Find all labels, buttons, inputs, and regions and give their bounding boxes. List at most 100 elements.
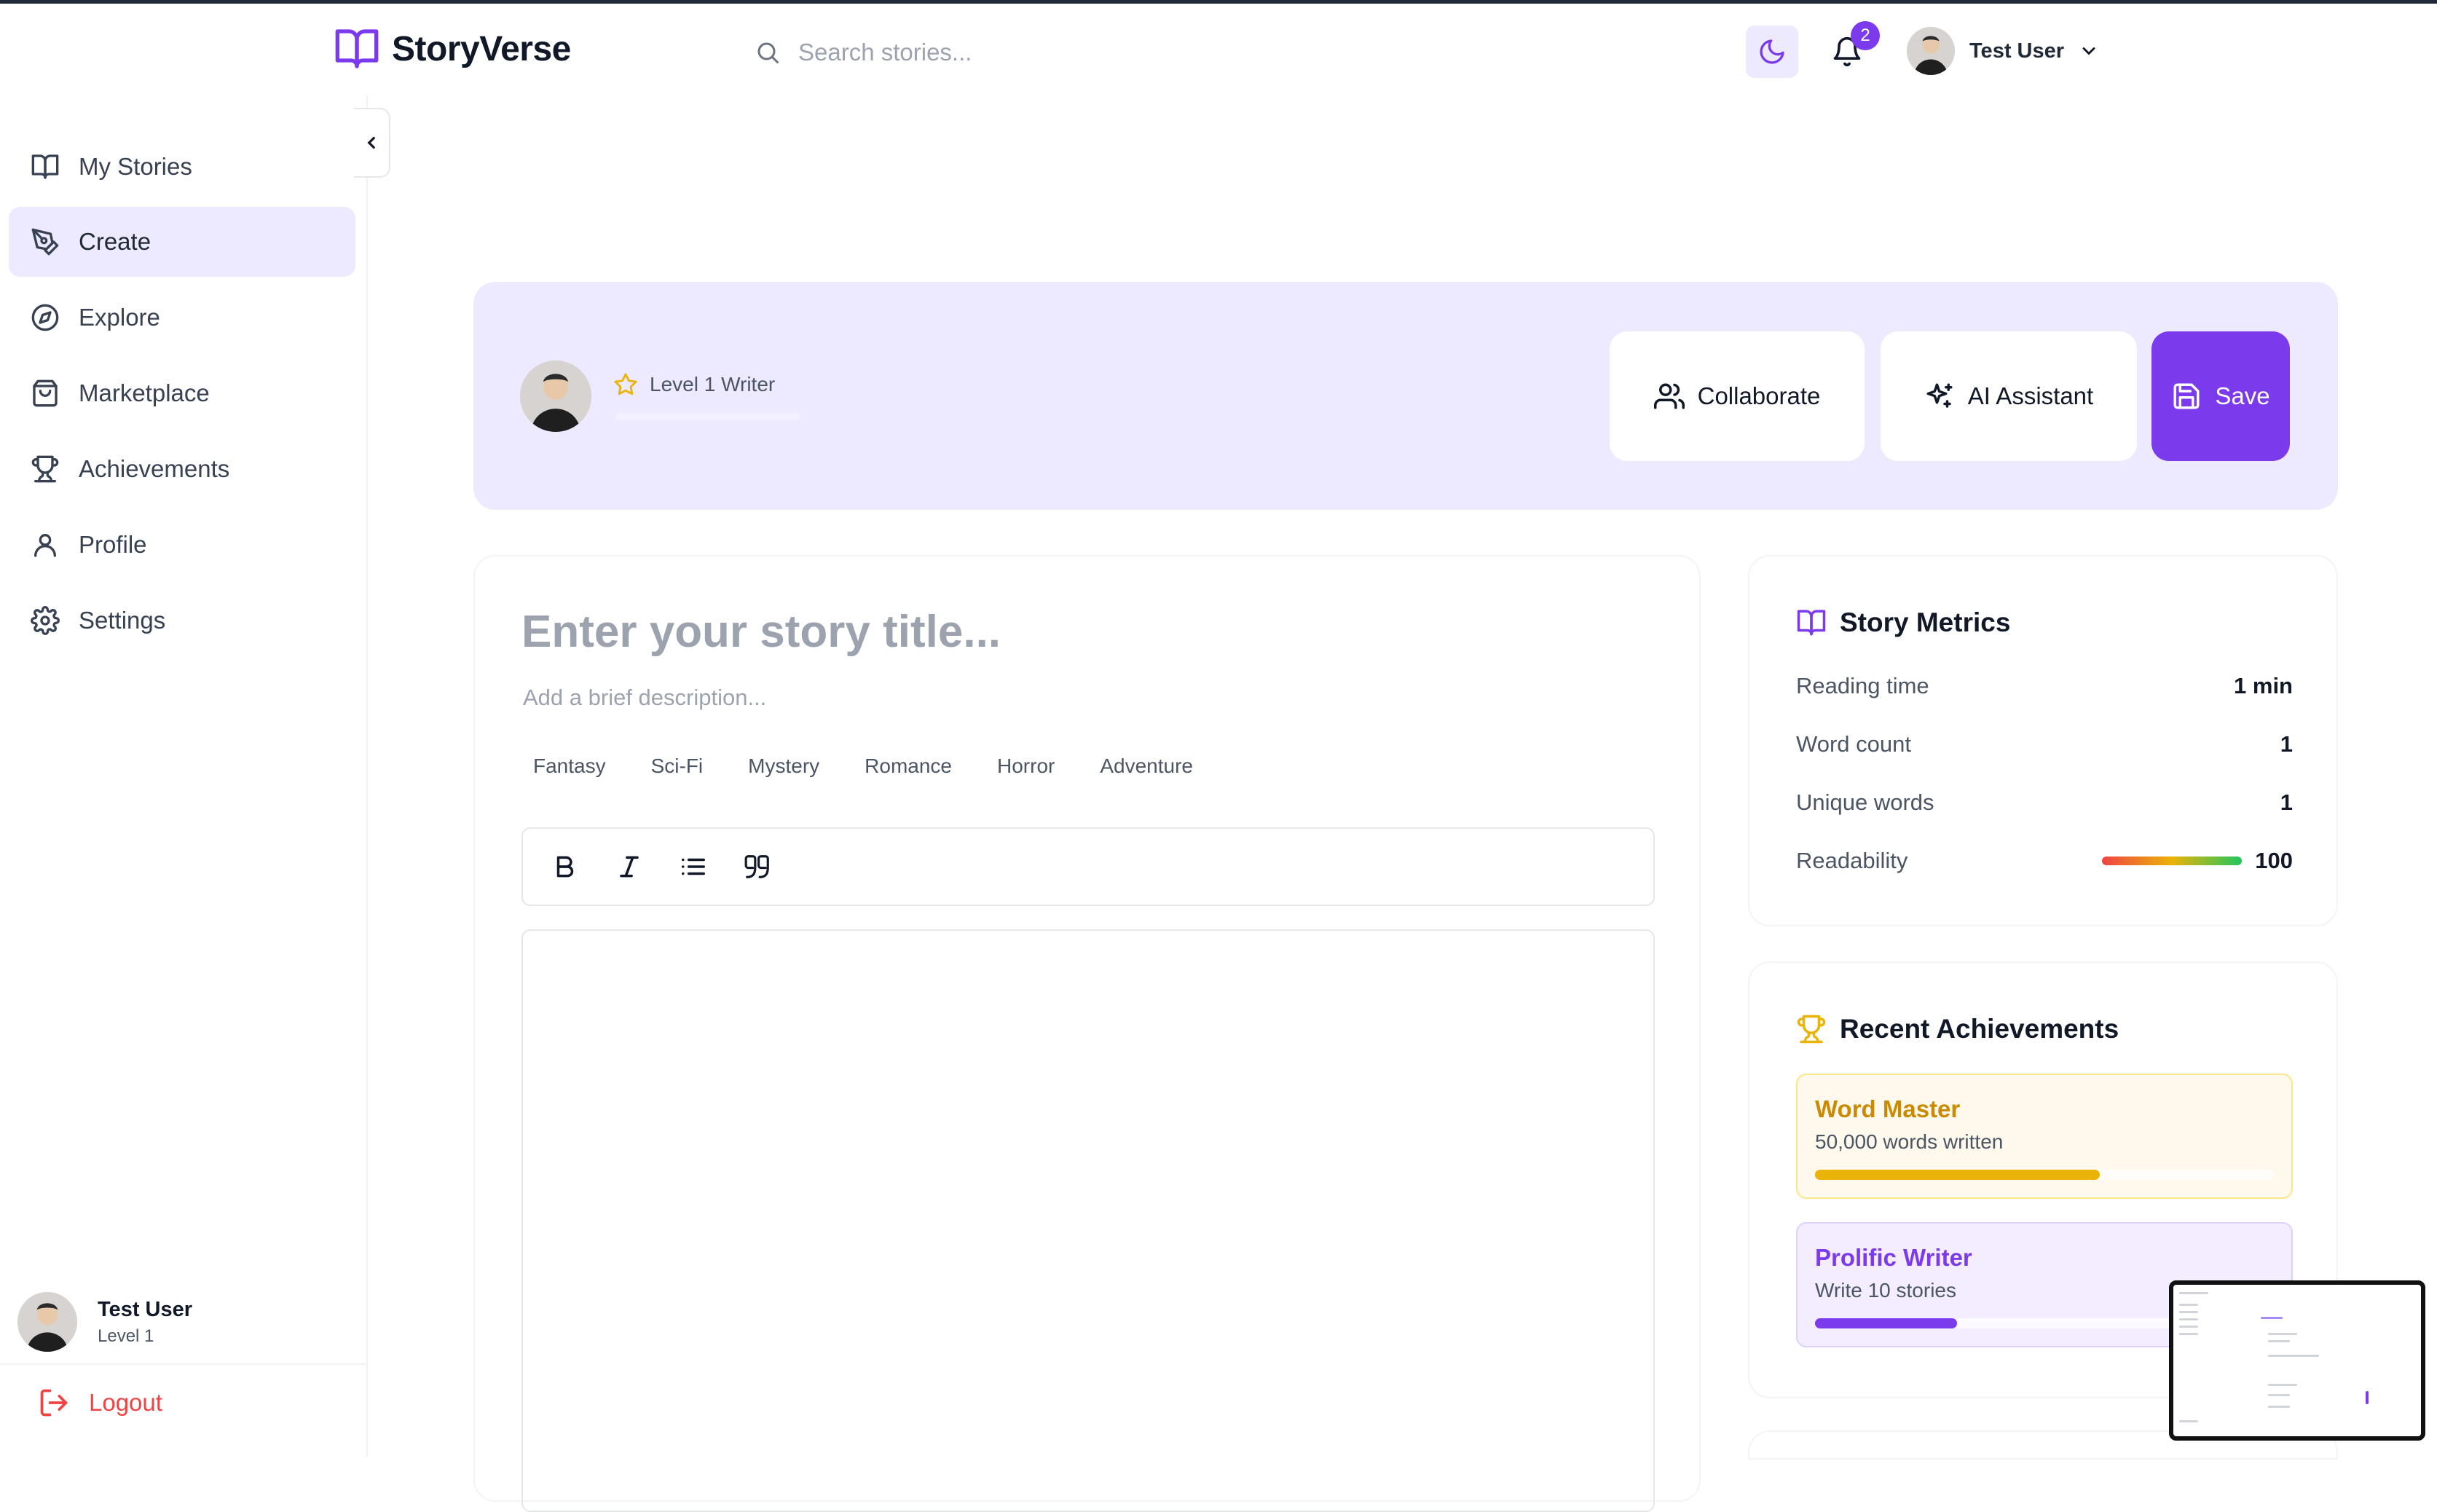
book-open-icon	[1797, 610, 1826, 636]
italic-icon	[620, 856, 639, 878]
genre-tag-adventure[interactable]: Adventure	[1084, 747, 1209, 785]
metric-row-reading-time: Reading time 1 min	[1796, 673, 2293, 699]
search-bar	[755, 34, 1264, 71]
readability-bar	[2102, 857, 2243, 865]
genre-tag-mystery[interactable]: Mystery	[732, 747, 835, 785]
metrics-title: Story Metrics	[1840, 607, 2011, 637]
sidebar-item-label: My Stories	[79, 153, 192, 180]
sidebar-item-settings[interactable]: Settings	[9, 586, 355, 655]
story-content-textarea[interactable]	[521, 929, 1655, 1512]
save-button[interactable]: Save	[2151, 331, 2290, 461]
pen-tool-icon	[31, 228, 59, 256]
metric-row-unique-words: Unique words 1	[1796, 790, 2293, 816]
list-button[interactable]	[670, 843, 717, 890]
metric-label: Word count	[1796, 731, 1911, 757]
metric-row-word-count: Word count 1	[1796, 731, 2293, 757]
chevron-left-icon	[367, 136, 375, 149]
writer-level: Level 1 Writer	[613, 372, 775, 397]
sidebar-item-create[interactable]: Create	[9, 207, 355, 277]
save-label: Save	[2215, 382, 2270, 409]
ai-assistant-label: AI Assistant	[1967, 382, 2094, 409]
sidebar-item-achievements[interactable]: Achievements	[9, 434, 355, 504]
bold-icon	[556, 856, 574, 878]
metric-row-readability: Readability 100	[1796, 848, 2293, 874]
sidebar-item-label: Create	[79, 228, 151, 255]
bold-button[interactable]	[542, 843, 588, 890]
user-menu[interactable]: Test User	[1907, 27, 2099, 75]
screen-preview-thumbnail[interactable]	[2169, 1280, 2425, 1441]
sidebar-item-profile[interactable]: Profile	[9, 510, 355, 580]
sparkles-icon	[1926, 383, 1953, 408]
achievement-title: Word Master	[1815, 1095, 1961, 1122]
formatting-toolbar	[521, 827, 1655, 906]
logout-icon	[40, 1389, 68, 1417]
writer-banner: Level 1 Writer Collaborate AI Assistant …	[473, 282, 2338, 510]
sidebar-item-label: Achievements	[79, 455, 230, 482]
sidebar-item-label: Settings	[79, 607, 166, 634]
genre-list: Fantasy Sci-Fi Mystery Romance Horror Ad…	[517, 747, 1222, 785]
quote-button[interactable]	[734, 843, 781, 890]
theme-toggle-button[interactable]	[1746, 25, 1798, 78]
genre-tag-fantasy[interactable]: Fantasy	[517, 747, 622, 785]
avatar	[1907, 27, 1955, 75]
achievement-title: Prolific Writer	[1815, 1244, 1972, 1271]
writer-level-label: Level 1 Writer	[650, 373, 776, 395]
sidebar-collapse-button[interactable]	[354, 108, 390, 178]
quote-icon	[744, 855, 769, 878]
genre-tag-romance[interactable]: Romance	[849, 747, 968, 785]
metric-label: Reading time	[1796, 673, 1929, 698]
level-progress-bar	[615, 413, 801, 420]
achievement-description: Write 10 stories	[1815, 1279, 1956, 1302]
trophy-icon	[31, 455, 59, 483]
moon-icon	[1760, 39, 1784, 64]
header-user-name: Test User	[1969, 39, 2065, 63]
book-open-icon	[31, 154, 59, 179]
chevron-down-icon	[2082, 47, 2095, 55]
achievement-progress-track	[1815, 1170, 2274, 1180]
achievement-progress-fill	[1815, 1318, 1958, 1328]
avatar	[520, 361, 591, 432]
italic-button[interactable]	[606, 843, 653, 890]
genre-tag-horror[interactable]: Horror	[981, 747, 1071, 785]
book-logo-icon	[335, 29, 379, 68]
achievement-item[interactable]: Word Master 50,000 words written	[1796, 1074, 2293, 1199]
sidebar-item-label: Profile	[79, 531, 147, 558]
list-icon	[682, 858, 705, 875]
achievements-heading: Recent Achievements	[1796, 1014, 2119, 1044]
genre-tag-sci-fi[interactable]: Sci-Fi	[635, 747, 720, 785]
story-title-input[interactable]: Enter your story title...	[521, 606, 1001, 658]
trophy-icon	[1797, 1015, 1826, 1044]
search-input[interactable]	[798, 39, 1235, 66]
sidebar-user-card[interactable]: Test User Level 1	[17, 1292, 192, 1352]
save-icon	[2173, 383, 2200, 409]
metric-value: 100	[2255, 848, 2293, 873]
metric-label: Readability	[1796, 848, 1908, 873]
search-icon	[757, 42, 779, 63]
users-icon	[1653, 383, 1685, 409]
avatar	[17, 1292, 77, 1352]
app-logo[interactable]: StoryVerse	[334, 25, 571, 72]
story-editor-card: Enter your story title... Add a brief de…	[473, 555, 1701, 1512]
compass-icon	[31, 304, 59, 331]
metrics-heading: Story Metrics	[1796, 607, 2010, 638]
sidebar-item-explore[interactable]: Explore	[9, 283, 355, 353]
shopping-bag-icon	[33, 379, 58, 407]
story-description-input[interactable]: Add a brief description...	[523, 685, 766, 711]
app-name: StoryVerse	[392, 29, 571, 68]
logout-button[interactable]: Logout	[38, 1387, 162, 1419]
ai-assistant-button[interactable]: AI Assistant	[1881, 331, 2137, 461]
achievement-description: 50,000 words written	[1815, 1130, 2004, 1153]
readability-indicator: 100	[2102, 848, 2293, 874]
achievements-title: Recent Achievements	[1840, 1014, 2119, 1044]
collaborate-label: Collaborate	[1697, 382, 1821, 409]
story-metrics-card: Story Metrics Reading time 1 min Word co…	[1748, 555, 2338, 926]
sidebar-item-my-stories[interactable]: My Stories	[9, 132, 355, 202]
collaborate-button[interactable]: Collaborate	[1610, 331, 1865, 461]
notification-count-badge: 2	[1851, 21, 1880, 50]
sidebar-item-marketplace[interactable]: Marketplace	[9, 358, 355, 428]
star-icon	[614, 373, 637, 395]
achievement-progress-fill	[1815, 1170, 2100, 1180]
top-header: StoryVerse 2 Test User	[0, 4, 2437, 95]
sidebar-user-name: Test User	[98, 1297, 193, 1321]
metric-value: 1	[2280, 731, 2293, 757]
